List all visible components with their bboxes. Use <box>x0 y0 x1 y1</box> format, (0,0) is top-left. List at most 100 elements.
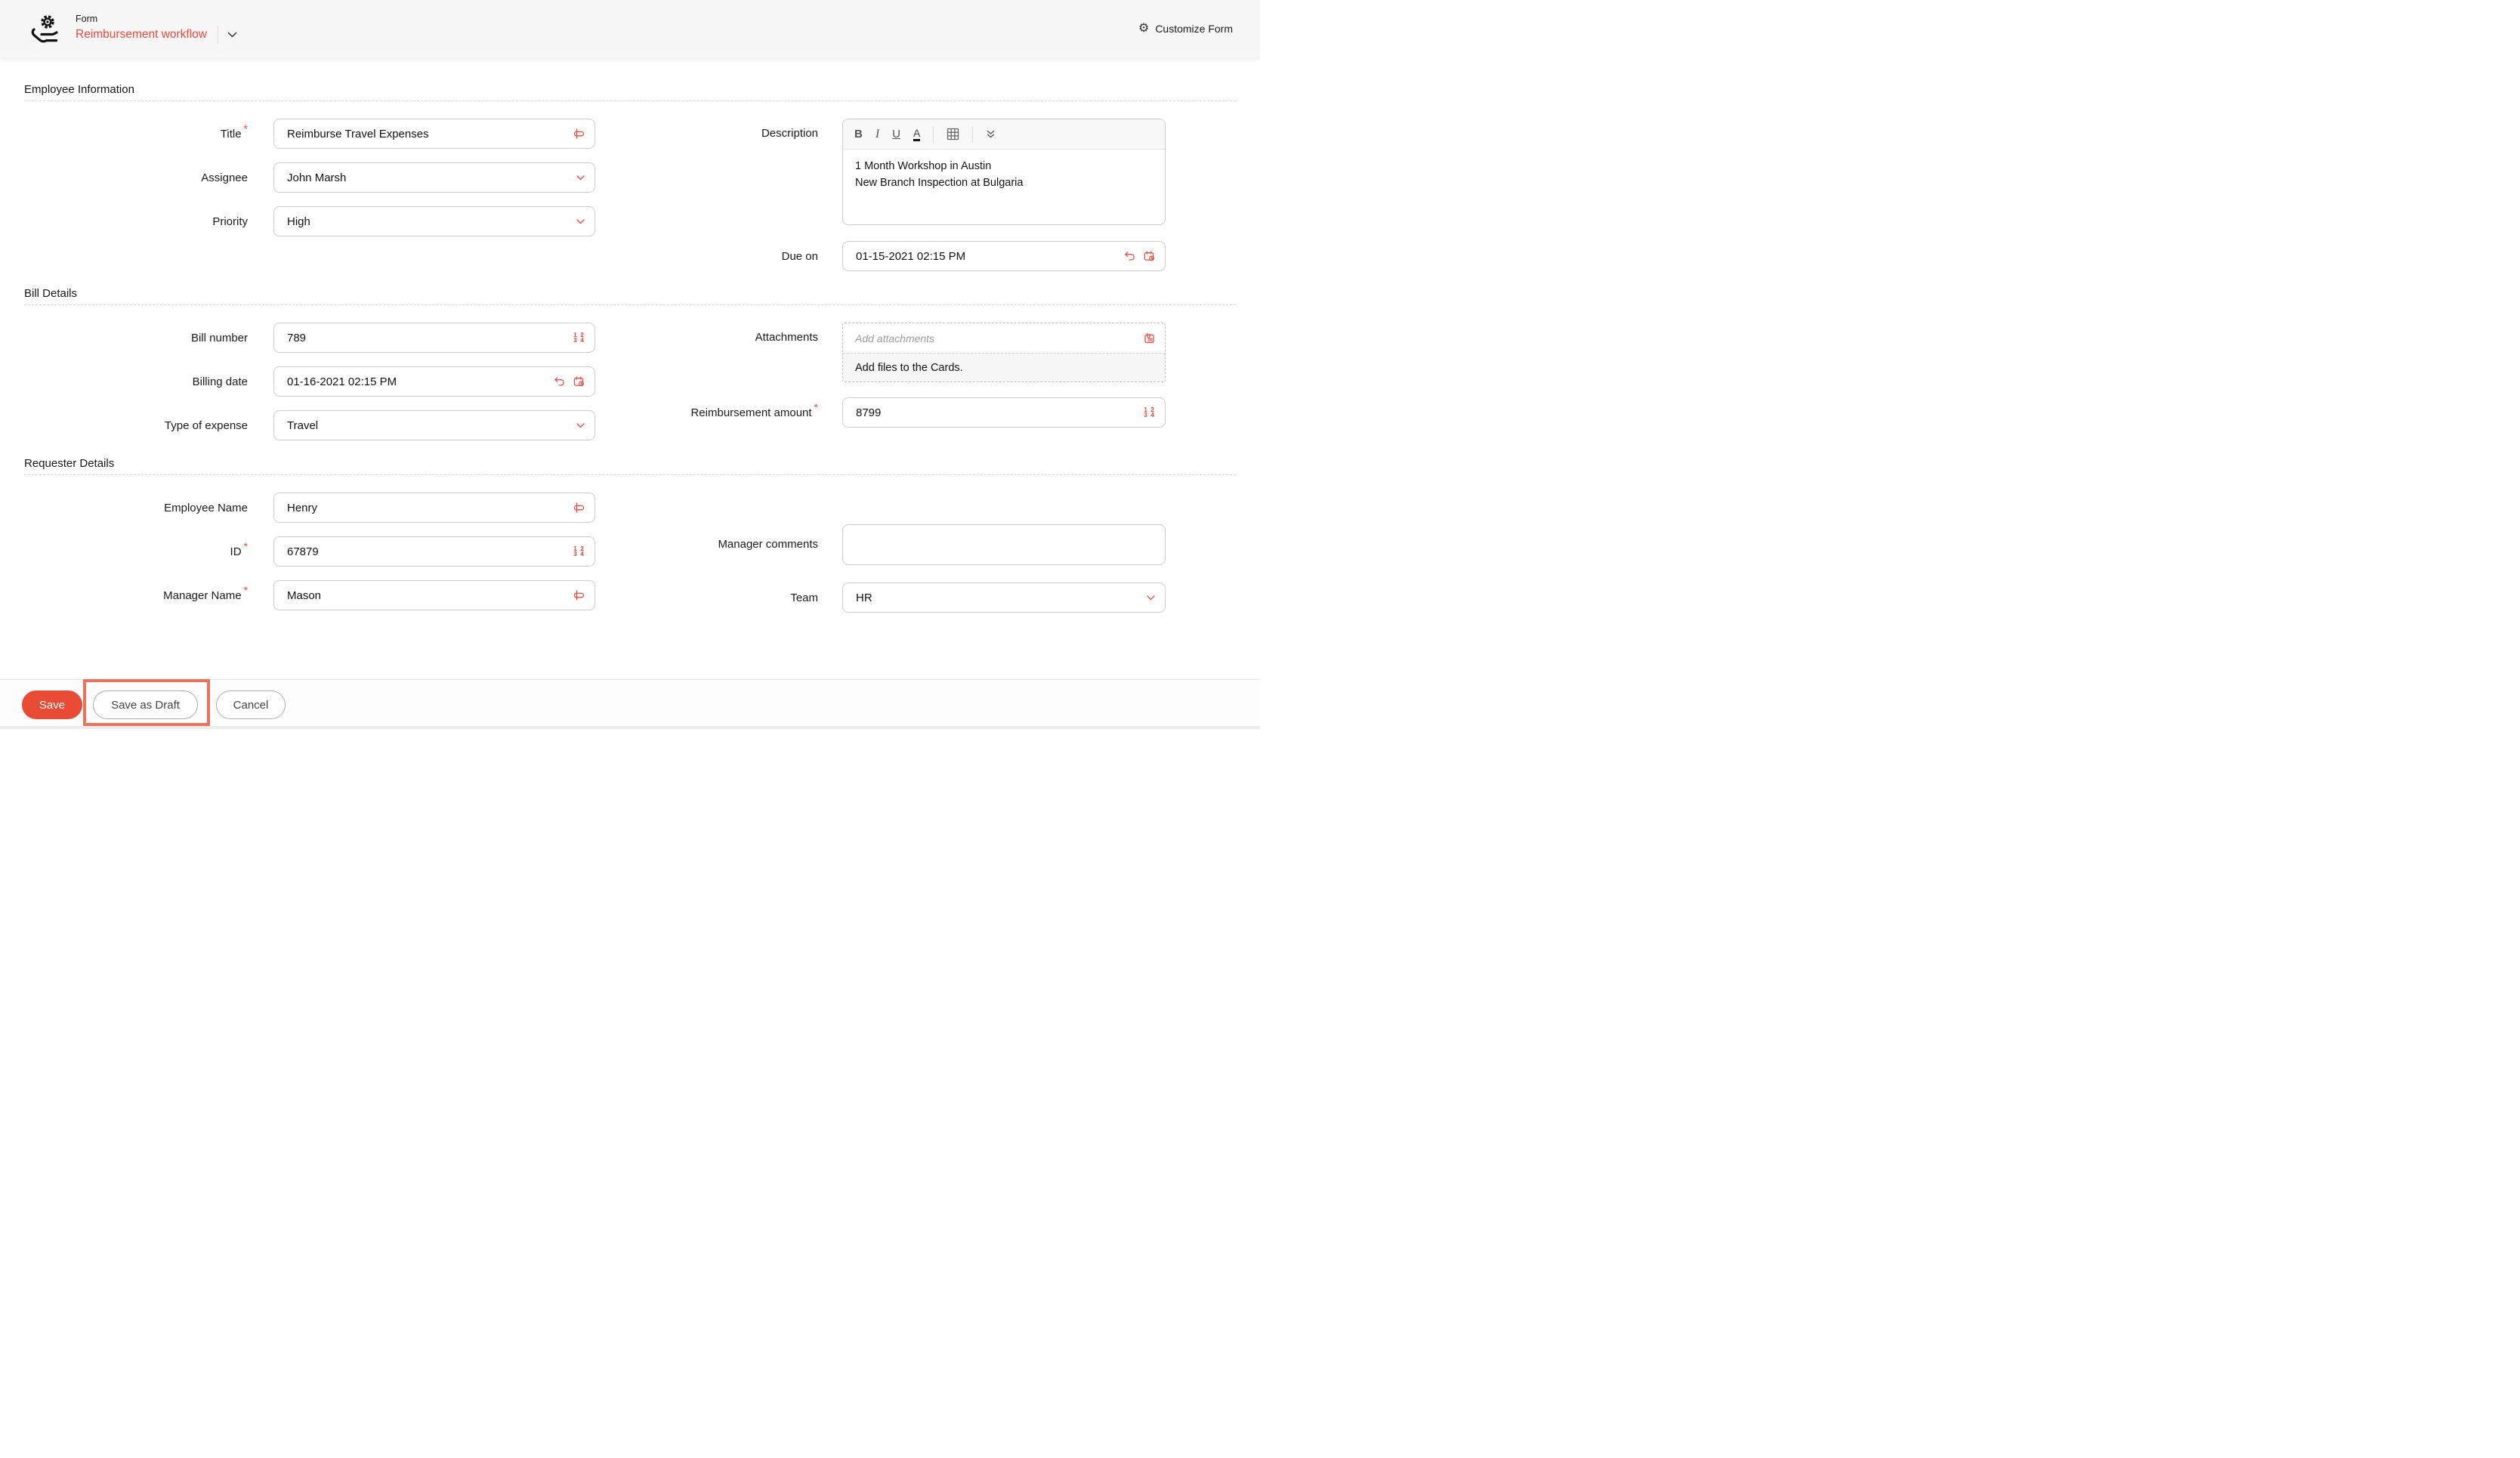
form-footer: Save Save as Draft Cancel <box>0 679 1260 726</box>
field-row-id: ID* 1 23 4 <box>24 536 631 567</box>
team-label: Team <box>631 592 842 604</box>
insert-table-icon[interactable] <box>947 128 959 141</box>
toolbar-separator <box>972 126 973 143</box>
reimbursement-amount-field: 1 23 4 <box>842 397 1166 428</box>
customize-form-button[interactable]: ⚙ Customize Form <box>1138 23 1233 35</box>
header-left: Form Reimbursement workflow <box>27 11 237 47</box>
toolbar-separator <box>933 126 934 143</box>
billing-date-field <box>273 366 595 397</box>
reimbursement-amount-input[interactable] <box>843 398 1165 427</box>
undo-icon[interactable] <box>1124 251 1135 261</box>
id-field: 1 23 4 <box>273 536 595 567</box>
title-field <box>273 119 595 149</box>
attachments-dropzone[interactable]: Add attachments Add files to the Cards. <box>842 323 1166 382</box>
reimbursement-amount-label: Reimbursement amount* <box>631 406 842 419</box>
save-button[interactable]: Save <box>22 690 82 719</box>
description-content[interactable]: 1 Month Workshop in Austin New Branch In… <box>843 150 1165 200</box>
form-switch-chevron-down-icon[interactable] <box>227 32 237 38</box>
assignee-value: John Marsh <box>274 171 594 184</box>
number-field-icon: 1 23 4 <box>1144 407 1155 419</box>
team-select[interactable]: HR <box>842 582 1166 613</box>
cancel-button[interactable]: Cancel <box>216 690 286 719</box>
number-field-icon: 1 23 4 <box>573 332 585 344</box>
workflow-hand-gear-logo-icon <box>27 11 63 47</box>
title-label: Title* <box>24 128 273 141</box>
section-employee-information: Employee Information Title* Assignee Joh… <box>24 83 1236 271</box>
field-row-priority: Priority High <box>24 206 631 236</box>
undo-icon[interactable] <box>554 376 565 387</box>
description-richtext-editor[interactable]: B I U A <box>842 119 1166 225</box>
description-line-2: New Branch Inspection at Bulgaria <box>855 175 1153 191</box>
attachments-placeholder: Add attachments <box>843 332 1165 344</box>
customize-form-label: Customize Form <box>1155 23 1233 35</box>
save-as-draft-button[interactable]: Save as Draft <box>93 690 198 719</box>
field-row-team: Team HR <box>631 582 1212 613</box>
calendar-clock-icon[interactable] <box>1144 251 1155 261</box>
text-field-icon <box>573 590 585 601</box>
chevron-down-icon[interactable] <box>576 423 585 428</box>
page-bottom-edge <box>0 726 1260 729</box>
assignee-select[interactable]: John Marsh <box>273 162 595 193</box>
text-field-icon <box>573 128 585 139</box>
section-title-employee-information: Employee Information <box>24 83 1236 101</box>
italic-icon[interactable]: I <box>876 128 879 141</box>
employee-name-label: Employee Name <box>24 502 273 514</box>
type-of-expense-value: Travel <box>274 419 594 432</box>
manager-name-input[interactable] <box>274 581 594 610</box>
gear-icon: ⚙ <box>1138 23 1149 35</box>
priority-value: High <box>274 215 594 228</box>
underline-icon[interactable]: U <box>892 128 900 140</box>
employee-name-input[interactable] <box>274 493 594 522</box>
required-asterisk: * <box>244 122 248 134</box>
manager-comments-input[interactable] <box>842 524 1166 565</box>
field-row-manager-name: Manager Name* <box>24 580 631 610</box>
id-input[interactable] <box>274 537 594 566</box>
team-value: HR <box>843 592 1165 604</box>
field-row-assignee: Assignee John Marsh <box>24 162 631 193</box>
attachments-label: Attachments <box>631 323 842 353</box>
app-label: Form <box>76 14 237 24</box>
chevron-down-icon[interactable] <box>576 219 585 224</box>
due-on-input[interactable] <box>843 242 1165 270</box>
richtext-toolbar: B I U A <box>843 119 1165 150</box>
description-label: Description <box>631 119 842 149</box>
field-row-manager-comments: Manager comments <box>631 524 1212 565</box>
field-row-bill-number: Bill number 1 23 4 <box>24 323 631 353</box>
bill-number-field: 1 23 4 <box>273 323 595 353</box>
required-asterisk: * <box>244 540 248 552</box>
field-row-description: Description B I U A <box>631 119 1212 225</box>
more-options-double-chevron-icon[interactable] <box>986 129 996 139</box>
form-title[interactable]: Reimbursement workflow <box>76 28 207 42</box>
due-on-label: Due on <box>631 250 842 263</box>
calendar-clock-icon[interactable] <box>573 376 585 387</box>
type-of-expense-label: Type of expense <box>24 419 273 432</box>
description-line-1: 1 Month Workshop in Austin <box>855 158 1153 175</box>
form-content: Employee Information Title* Assignee Joh… <box>0 57 1260 613</box>
billing-date-input[interactable] <box>274 367 594 396</box>
type-of-expense-select[interactable]: Travel <box>273 410 595 440</box>
billing-date-label: Billing date <box>24 375 273 388</box>
bill-number-input[interactable] <box>274 323 594 352</box>
attachments-note: Add files to the Cards. <box>843 353 1165 381</box>
required-asterisk: * <box>244 584 248 596</box>
chevron-down-icon[interactable] <box>576 175 585 181</box>
priority-select[interactable]: High <box>273 206 595 236</box>
header-titles: Form Reimbursement workflow <box>76 14 237 44</box>
attachment-note-icon[interactable] <box>1144 332 1155 344</box>
bold-icon[interactable]: B <box>854 128 863 140</box>
field-row-type-of-expense: Type of expense Travel <box>24 410 631 440</box>
priority-label: Priority <box>24 215 273 228</box>
chevron-down-icon[interactable] <box>1147 595 1155 601</box>
text-field-icon <box>573 502 585 513</box>
manager-name-field <box>273 580 595 610</box>
title-input[interactable] <box>274 119 594 148</box>
section-bill-details: Bill Details Bill number 1 23 4 Billing … <box>24 287 1236 440</box>
section-title-bill-details: Bill Details <box>24 287 1236 305</box>
assignee-label: Assignee <box>24 171 273 184</box>
id-label: ID* <box>24 545 273 558</box>
employee-name-field <box>273 493 595 523</box>
font-color-icon[interactable]: A <box>913 128 920 141</box>
app-header: Form Reimbursement workflow ⚙ Customize … <box>0 0 1260 57</box>
reimbursement-form-page: Form Reimbursement workflow ⚙ Customize … <box>0 0 1260 729</box>
section-requester-details: Requester Details Employee Name ID* <box>24 457 1236 613</box>
